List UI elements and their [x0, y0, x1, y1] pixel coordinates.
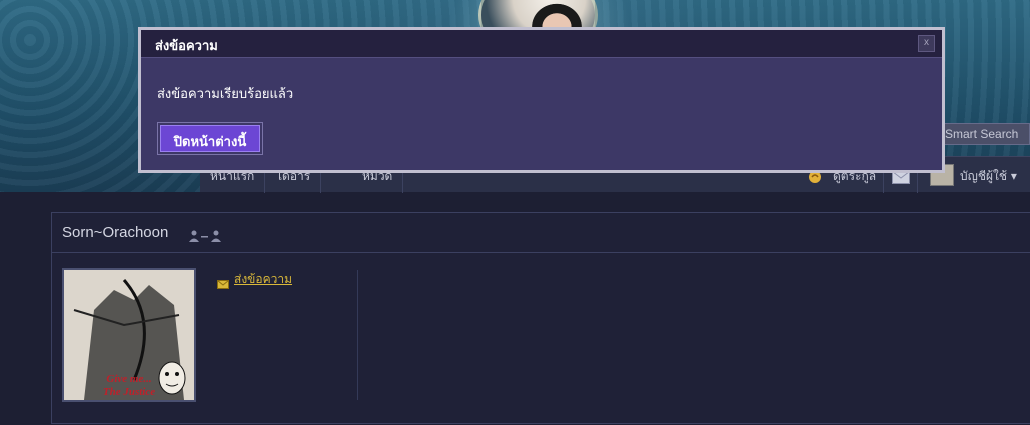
- profile-panel: Sorn~Orachoon Give me... The Justice ส่ง…: [51, 212, 1030, 424]
- user-friends-icon: [189, 227, 223, 246]
- dialog-close-button[interactable]: x: [918, 35, 935, 52]
- profile-username: Sorn~Orachoon: [62, 224, 169, 241]
- dialog-body: ส่งข้อความ x ส่งข้อความเรียบร้อยแล้ว ปิด…: [141, 30, 942, 170]
- avatar-caption-line1: Give me...: [106, 373, 152, 385]
- profile-avatar[interactable]: Give me... The Justice: [62, 268, 196, 402]
- close-window-button-label: ปิดหน้าต่างนี้: [160, 125, 260, 152]
- column-divider: [357, 270, 358, 400]
- smart-search-input[interactable]: Smart Search: [942, 123, 1030, 145]
- profile-header: Sorn~Orachoon: [52, 213, 1030, 253]
- dialog-title: ส่งข้อความ: [155, 39, 218, 54]
- account-label: บัญชีผู้ใช้ ▾: [960, 169, 1017, 183]
- dialog-message: ส่งข้อความเรียบร้อยแล้ว: [157, 87, 294, 102]
- dialog-titlebar: ส่งข้อความ x: [141, 30, 942, 58]
- avatar-caption-line2: The Justice: [102, 386, 156, 398]
- send-message-link[interactable]: ส่งข้อความ: [234, 270, 292, 289]
- mail-icon: [217, 274, 229, 293]
- message-dialog: ส่งข้อความ x ส่งข้อความเรียบร้อยแล้ว ปิด…: [138, 27, 945, 173]
- close-window-button[interactable]: ปิดหน้าต่างนี้: [157, 122, 263, 155]
